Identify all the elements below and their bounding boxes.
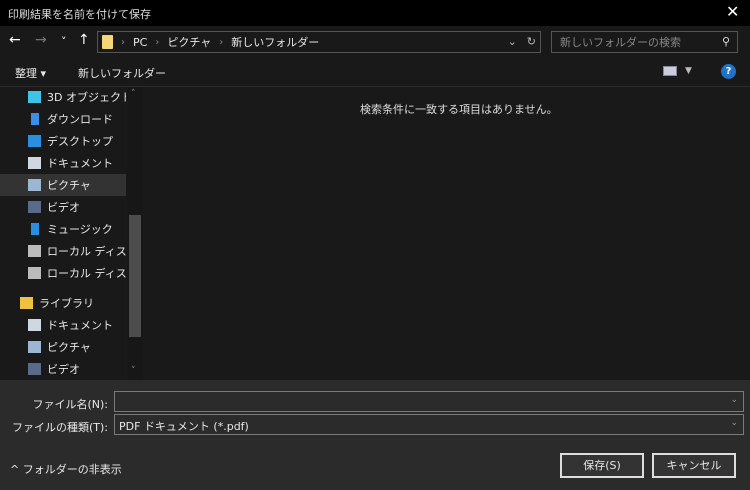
sidebar-item[interactable]: ミュージック xyxy=(0,218,126,240)
sidebar-item[interactable]: ドキュメント xyxy=(0,152,126,174)
search-icon[interactable]: ⚲ xyxy=(722,35,730,48)
sidebar-item[interactable]: 3D オブジェクト xyxy=(0,87,126,108)
sidebar-item[interactable]: ダウンロード xyxy=(0,108,126,130)
window-title: 印刷結果を名前を付けて保存 xyxy=(8,8,151,21)
empty-message: 検索条件に一致する項目はありません。 xyxy=(360,103,558,116)
music-icon xyxy=(31,223,39,235)
new-folder-button[interactable]: 新しいフォルダー xyxy=(78,65,166,81)
search-placeholder: 新しいフォルダーの検索 xyxy=(560,36,681,49)
chevron-right-icon: › xyxy=(121,36,125,48)
cube-icon xyxy=(28,91,41,103)
breadcrumb-pictures[interactable]: ピクチャ xyxy=(167,34,211,50)
document-icon xyxy=(28,319,41,331)
filetype-value: PDF ドキュメント (*.pdf) xyxy=(119,420,249,433)
sidebar-item-label: ローカル ディスク (D:) xyxy=(47,267,126,280)
video-icon xyxy=(28,363,41,375)
sidebar-item[interactable]: ピクチャ xyxy=(0,336,126,358)
sidebar-item[interactable]: ローカル ディスク (C:) xyxy=(0,240,126,262)
sidebar-item-label: 3D オブジェクト xyxy=(47,91,126,104)
hide-folders-button[interactable]: ^ フォルダーの非表示 xyxy=(10,461,122,477)
breadcrumb-pc[interactable]: PC xyxy=(133,36,147,49)
sidebar-item-label: ライブラリ xyxy=(39,297,94,310)
address-bar[interactable]: › PC › ピクチャ › 新しいフォルダー ⌄ ↻ xyxy=(97,31,541,53)
sidebar-item[interactable]: ビデオ xyxy=(0,358,126,380)
desktop-icon xyxy=(28,135,41,147)
save-button[interactable]: 保存(S) xyxy=(560,453,644,478)
recent-locations-button[interactable]: ˅ xyxy=(61,35,67,48)
sidebar-item-label: ビデオ xyxy=(47,363,80,376)
library-icon xyxy=(20,297,33,309)
folder-icon xyxy=(102,35,113,49)
sidebar-item[interactable]: ドキュメント xyxy=(0,314,126,336)
chevron-down-icon[interactable]: ⌄ xyxy=(730,395,738,405)
sidebar-item-label: デスクトップ xyxy=(47,135,113,148)
document-icon xyxy=(28,157,41,169)
video-icon xyxy=(28,201,41,213)
sidebar-item[interactable]: ライブラリ xyxy=(0,292,126,314)
sidebar-item-label: ダウンロード xyxy=(47,113,113,126)
view-dropdown-icon[interactable]: ▼ xyxy=(685,66,692,76)
address-dropdown-icon[interactable]: ⌄ xyxy=(508,35,517,48)
sidebar-item-label: ミュージック xyxy=(47,223,113,236)
sidebar-item-label: ドキュメント xyxy=(47,319,113,332)
help-button[interactable]: ? xyxy=(721,64,736,79)
refresh-icon[interactable]: ↻ xyxy=(527,35,536,48)
sidebar-item-label: ドキュメント xyxy=(47,157,113,170)
sidebar-item[interactable]: ビデオ xyxy=(0,196,126,218)
forward-button[interactable]: → xyxy=(35,32,47,48)
drive-icon xyxy=(28,245,41,257)
sidebar-item-label: ローカル ディスク (C:) xyxy=(47,245,126,258)
organize-button[interactable]: 整理 ▾ xyxy=(15,65,46,81)
file-list[interactable] xyxy=(144,87,750,380)
breadcrumb-new-folder[interactable]: 新しいフォルダー xyxy=(231,34,319,50)
close-button[interactable]: ✕ xyxy=(726,2,739,21)
filename-label: ファイル名(N): xyxy=(32,398,108,411)
sidebar-item[interactable]: デスクトップ xyxy=(0,130,126,152)
filetype-label: ファイルの種類(T): xyxy=(11,421,108,434)
scrollbar-thumb[interactable] xyxy=(129,215,141,337)
sidebar-item-label: ビデオ xyxy=(47,201,80,214)
chevron-right-icon: › xyxy=(219,36,224,48)
scroll-down-icon[interactable]: ˅ xyxy=(131,366,136,376)
up-button[interactable]: ↑ xyxy=(78,32,90,48)
sidebar-item-label: ピクチャ xyxy=(47,341,91,354)
view-icon[interactable] xyxy=(663,66,677,76)
sidebar-item[interactable]: ピクチャ xyxy=(0,174,126,196)
sidebar-item[interactable]: ローカル ディスク (D:) xyxy=(0,262,126,284)
navigation-pane: 3D オブジェクト ダウンロード デスクトップ ドキュメント ピクチャ ビデオ ミュージック… xyxy=(0,87,143,380)
search-input[interactable]: 新しいフォルダーの検索 ⚲ xyxy=(551,31,738,53)
filename-input[interactable]: ⌄ xyxy=(114,391,744,412)
cancel-button[interactable]: キャンセル xyxy=(652,453,736,478)
pictures-icon xyxy=(28,341,41,353)
chevron-down-icon[interactable]: ⌄ xyxy=(730,418,738,428)
sidebar-item-label: ピクチャ xyxy=(47,179,91,192)
chevron-right-icon: › xyxy=(155,36,160,48)
pictures-icon xyxy=(28,179,41,191)
back-button[interactable]: ← xyxy=(9,32,21,48)
filetype-select[interactable]: PDF ドキュメント (*.pdf) ⌄ xyxy=(114,414,744,435)
download-icon xyxy=(31,113,39,125)
scroll-up-icon[interactable]: ˄ xyxy=(131,89,136,99)
drive-icon xyxy=(28,267,41,279)
